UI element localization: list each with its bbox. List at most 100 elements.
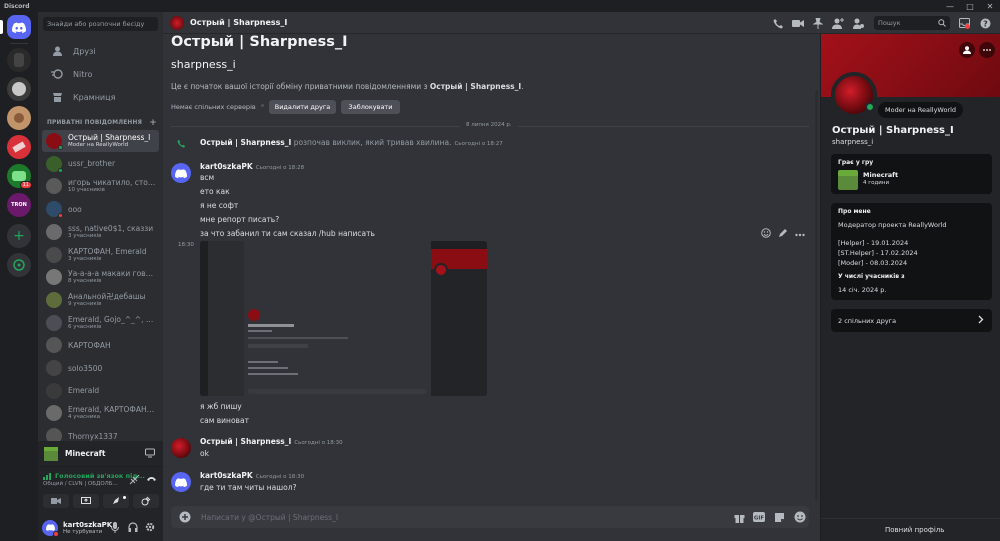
message-author[interactable]: kart0szkaPK Сьогодні о 18:28 — [200, 162, 304, 171]
video-call-icon[interactable] — [791, 16, 805, 30]
screen-share-button[interactable] — [73, 494, 99, 508]
message-avatar[interactable] — [171, 163, 191, 183]
dm-item[interactable]: Emerald — [42, 380, 159, 402]
inbox-icon[interactable] — [957, 16, 971, 30]
dm-item[interactable]: Уа-а-а-а макаки говорящие8 учасників — [42, 266, 159, 288]
message-line: ok — [200, 449, 209, 458]
dm-avatar — [46, 201, 63, 219]
dm-item[interactable]: Анальной卍дебашы 9 учасників — [42, 289, 159, 311]
dm-avatar — [46, 223, 62, 240]
server-icon-4[interactable] — [7, 135, 31, 159]
nav-shop[interactable]: Крамниця — [43, 87, 158, 107]
add-reaction-icon[interactable] — [760, 228, 771, 240]
dm-item[interactable]: Острый | Sharpness_I Moder на ReallyWorld — [42, 130, 159, 152]
help-icon[interactable]: ? — [978, 16, 992, 30]
dm-name: Emerald, Gojo_^_^, C... — [68, 314, 156, 324]
dm-item[interactable]: игорь чикатило, стоматолог10 учасників — [42, 175, 159, 197]
message-time: Сьогодні о 18:28 — [255, 165, 305, 171]
search-input[interactable]: Пошук — [874, 16, 950, 30]
maximize-icon[interactable]: □ — [960, 0, 980, 12]
remove-friend-button[interactable]: Видалити друга — [269, 100, 336, 114]
dm-item[interactable]: ooo — [42, 198, 159, 220]
hide-user-profile-icon[interactable] — [851, 16, 865, 30]
user-panel: kart0szkaPK Не турбувати — [38, 514, 163, 541]
create-dm-icon[interactable]: + — [149, 118, 157, 128]
noise-suppression-icon[interactable] — [129, 474, 140, 487]
server-icon-6[interactable]: TRON — [7, 193, 31, 217]
server-icon-5[interactable]: 11 — [7, 164, 32, 189]
more-options-icon[interactable] — [795, 230, 806, 239]
server-icon-2[interactable] — [7, 77, 31, 101]
gif-icon[interactable]: GIF — [752, 510, 766, 524]
message-line: я жб пишу — [200, 402, 242, 411]
dm-subtext: 3 учасників — [68, 255, 102, 262]
message-author[interactable]: kart0szkaPK Сьогодні о 18:30 — [200, 471, 304, 480]
explore-servers-button[interactable] — [7, 253, 31, 277]
voice-panel: Голосовий зв'язок під... Общий / CLVN | … — [38, 466, 163, 514]
view-full-profile-link[interactable]: Повний профіль — [885, 526, 944, 534]
message-line: мне репорт писать? — [200, 215, 280, 224]
block-button[interactable]: Заблокувати — [341, 100, 400, 114]
edit-icon[interactable] — [778, 228, 788, 240]
dm-item[interactable]: sss, native0$1, сказзи 3 учасників — [42, 221, 159, 243]
sticker-icon[interactable] — [772, 510, 786, 524]
message-avatar[interactable] — [171, 472, 191, 492]
user-avatar[interactable] — [42, 519, 59, 537]
attachment-sidebar — [208, 241, 244, 396]
call-author[interactable]: Острый | Sharpness_I — [200, 138, 291, 147]
user-status: Не турбувати — [63, 528, 103, 535]
message-line: сам виноват — [200, 416, 249, 425]
gift-icon[interactable] — [732, 510, 746, 524]
message-avatar[interactable] — [171, 438, 191, 458]
nav-nitro[interactable]: Nitro — [43, 64, 158, 84]
server-icon-1[interactable] — [7, 48, 31, 72]
profile-more-button[interactable] — [979, 42, 995, 58]
minimize-icon[interactable]: — — [940, 0, 960, 12]
message-author[interactable]: Острый | Sharpness_I Сьогодні о 18:30 — [200, 437, 343, 446]
settings-gear-icon[interactable] — [145, 522, 155, 534]
server-icon-3[interactable] — [7, 106, 31, 130]
friend-status-button[interactable] — [959, 42, 975, 58]
dm-text: Emerald — [68, 386, 156, 395]
message-composer[interactable]: Написати у @Острый | Sharpness_I — [171, 506, 809, 528]
image-attachment[interactable] — [200, 241, 487, 396]
about-line: [Helper] - 19.01.2024 — [838, 239, 909, 247]
disconnect-icon[interactable] — [146, 474, 157, 485]
headphones-icon[interactable] — [128, 522, 138, 534]
dm-text: КАРТОФАН — [68, 341, 156, 350]
upload-plus-icon[interactable] — [179, 511, 191, 525]
intro-text-end: . — [521, 82, 524, 91]
emoji-icon[interactable] — [793, 510, 807, 524]
voice-channel[interactable]: Общий / CLVN | ОБДОЛБ... — [43, 481, 118, 487]
dm-item[interactable]: solo3500 — [42, 357, 159, 379]
date-divider-label: 8 липня 2024 р. — [460, 122, 518, 128]
dm-item[interactable]: ussr_brother — [42, 153, 159, 175]
author-name[interactable]: Острый | Sharpness_I — [200, 437, 291, 446]
nav-friends[interactable]: Друзі — [43, 41, 158, 61]
pinned-messages-icon[interactable] — [811, 16, 825, 30]
add-friends-to-dm-icon[interactable] — [831, 16, 845, 30]
profile-avatar[interactable] — [831, 72, 877, 118]
close-icon[interactable]: ✕ — [980, 0, 1000, 12]
voice-call-icon[interactable] — [771, 16, 785, 30]
soundboard-button[interactable] — [133, 494, 159, 508]
dm-name: Острый | Sharpness_I — [68, 133, 151, 142]
mutual-friends-row[interactable]: 2 спільних друга — [831, 309, 992, 332]
activity-status-icon[interactable] — [145, 448, 155, 460]
find-conversation-button[interactable]: Знайди або розпочни бесіду — [43, 17, 158, 31]
microphone-icon[interactable] — [111, 522, 119, 535]
add-server-button[interactable]: + — [7, 224, 31, 248]
author-name[interactable]: kart0szkaPK — [200, 471, 253, 480]
header-name[interactable]: Острый | Sharpness_I — [190, 18, 287, 27]
user-info[interactable]: kart0szkaPK Не турбувати — [63, 521, 112, 535]
author-name[interactable]: kart0szkaPK — [200, 162, 253, 171]
dm-item[interactable]: Emerald, Gojo_^_^, C... 6 учасників — [42, 312, 159, 334]
video-button[interactable] — [43, 494, 69, 508]
dm-item[interactable]: Emerald, КАРТОФАН, ... 4 учасника — [42, 402, 159, 424]
dm-text: sss, native0$1, сказзи 3 учасників — [68, 224, 156, 240]
home-button[interactable] — [7, 15, 31, 39]
dm-item[interactable]: КАРТОФАН, Emerald 3 учасників — [42, 244, 159, 266]
chat-scrollbar[interactable] — [815, 90, 818, 500]
dm-item[interactable]: КАРТОФАН — [42, 334, 159, 356]
activities-button[interactable] — [103, 494, 129, 508]
